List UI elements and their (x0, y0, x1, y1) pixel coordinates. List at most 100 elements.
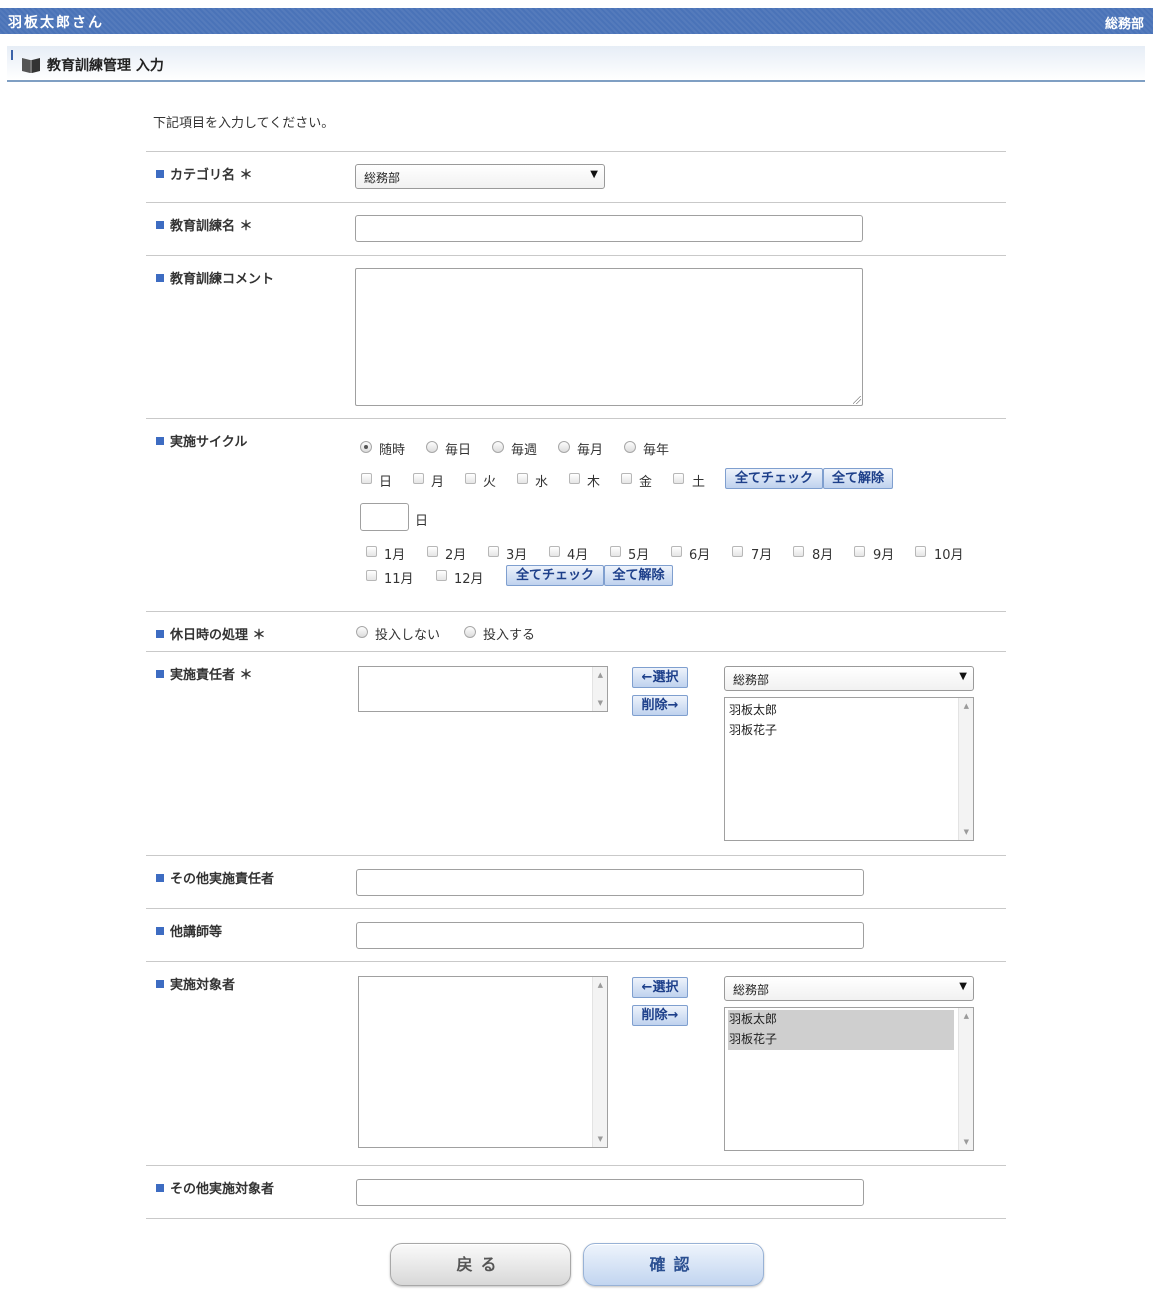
month-label: 11月 (384, 572, 414, 587)
divider (146, 202, 1006, 203)
list-item[interactable]: 羽板花子 (728, 1030, 954, 1050)
month-clear-all-button[interactable]: 全て解除 (604, 565, 673, 586)
divider (146, 961, 1006, 962)
weekday-label: 日 (379, 475, 393, 490)
weekday-checkbox-thu[interactable] (569, 473, 580, 484)
weekday-checkbox-fri[interactable] (621, 473, 632, 484)
weekday-label: 金 (639, 475, 653, 490)
month-checkbox-12[interactable] (436, 570, 447, 581)
cycle-radio-weekly[interactable] (492, 441, 504, 453)
top-header-bar: 羽板太郎さん 総務部 (0, 8, 1153, 34)
divider (146, 611, 1006, 612)
cycle-radio-monthly[interactable] (558, 441, 570, 453)
scroll-up-icon[interactable]: ▲ (964, 1012, 969, 1020)
responsible-candidate-list[interactable]: ▲ ▼ 羽板太郎 羽板花子 (724, 697, 974, 841)
target-candidate-list[interactable]: ▲ ▼ 羽板太郎 羽板花子 (724, 1007, 974, 1151)
training-comment-textarea[interactable] (355, 268, 863, 406)
weekday-label: 月 (431, 475, 445, 490)
other-target-input[interactable] (356, 1179, 864, 1206)
scroll-down-icon[interactable]: ▼ (598, 1135, 603, 1143)
scrollbar[interactable] (958, 698, 973, 840)
scrollbar[interactable] (592, 977, 607, 1147)
target-dept-value: 総務部 (733, 983, 770, 997)
weekday-checkbox-tue[interactable] (465, 473, 476, 484)
month-checkbox-3[interactable] (488, 546, 499, 557)
month-checkbox-10[interactable] (915, 546, 926, 557)
user-name: 羽板太郎さん (8, 15, 104, 31)
weekday-check-all-button[interactable]: 全てチェック (725, 468, 823, 489)
month-checkbox-6[interactable] (671, 546, 682, 557)
weekday-checkbox-sat[interactable] (673, 473, 684, 484)
weekday-checkbox-wed[interactable] (517, 473, 528, 484)
month-check-all-button[interactable]: 全てチェック (506, 565, 604, 586)
month-label: 6月 (689, 548, 711, 563)
confirm-button[interactable]: 確認 (583, 1243, 764, 1286)
month-checkbox-5[interactable] (610, 546, 621, 557)
month-label: 12月 (454, 572, 484, 587)
scroll-down-icon[interactable]: ▼ (964, 1138, 969, 1146)
day-of-month-input[interactable] (360, 503, 409, 531)
month-label: 5月 (628, 548, 650, 563)
cycle-radio-daily[interactable] (426, 441, 438, 453)
target-select-button[interactable]: ←選択 (632, 977, 688, 998)
responsible-delete-button[interactable]: 削除→ (632, 695, 688, 716)
other-responsible-label: その他実施責任者 (156, 868, 274, 887)
scroll-up-icon[interactable]: ▲ (964, 702, 969, 710)
scroll-down-icon[interactable]: ▼ (598, 699, 603, 707)
cycle-option-label: 毎週 (511, 443, 538, 458)
responsible-selected-list[interactable]: ▲ ▼ (358, 666, 608, 712)
responsible-select-button[interactable]: ←選択 (632, 667, 688, 688)
instructor-input[interactable] (356, 922, 864, 949)
holiday-radio-run[interactable] (464, 626, 476, 638)
divider (146, 908, 1006, 909)
month-checkbox-11[interactable] (366, 570, 377, 581)
target-selected-list[interactable]: ▲ ▼ (358, 976, 608, 1148)
target-dept-select[interactable]: 総務部 ▼ (724, 976, 974, 1001)
department-name: 総務部 (1104, 17, 1144, 32)
cycle-radio-yearly[interactable] (624, 441, 636, 453)
holiday-option-label: 投入しない (375, 628, 441, 643)
weekday-checkbox-mon[interactable] (413, 473, 424, 484)
month-checkbox-9[interactable] (854, 546, 865, 557)
back-button[interactable]: 戻る (390, 1243, 571, 1286)
cycle-option-label: 毎日 (445, 443, 472, 458)
chevron-down-icon: ▼ (959, 671, 967, 682)
instructor-label: 他講師等 (156, 921, 222, 940)
month-label: 1月 (384, 548, 406, 563)
page-title: 教育訓練管理 入力 (47, 58, 164, 74)
divider (146, 1165, 1006, 1166)
month-checkbox-4[interactable] (549, 546, 560, 557)
list-item[interactable]: 羽板花子 (728, 721, 777, 738)
weekday-label: 土 (692, 475, 706, 490)
holiday-radio-skip[interactable] (356, 626, 368, 638)
scroll-down-icon[interactable]: ▼ (964, 828, 969, 836)
list-item[interactable]: 羽板太郎 (728, 1010, 954, 1030)
weekday-clear-all-button[interactable]: 全て解除 (823, 468, 893, 489)
month-checkbox-2[interactable] (427, 546, 438, 557)
cycle-option-label: 毎月 (577, 443, 604, 458)
cycle-radio-anytime[interactable] (360, 441, 372, 453)
scrollbar[interactable] (958, 1008, 973, 1150)
training-name-label: 教育訓練名 ＊ (156, 215, 253, 234)
scroll-up-icon[interactable]: ▲ (598, 671, 603, 679)
category-select[interactable]: 総務部 ▼ (355, 164, 605, 189)
scroll-up-icon[interactable]: ▲ (598, 981, 603, 989)
responsible-dept-select[interactable]: 総務部 ▼ (724, 666, 974, 691)
month-checkbox-7[interactable] (732, 546, 743, 557)
other-responsible-input[interactable] (356, 869, 864, 896)
resize-handle-icon[interactable] (853, 396, 861, 404)
weekday-label: 火 (483, 475, 497, 490)
category-select-value: 総務部 (364, 171, 401, 185)
training-name-input[interactable] (355, 215, 863, 242)
month-checkbox-1[interactable] (366, 546, 377, 557)
day-unit-label: 日 (415, 514, 429, 529)
weekday-label: 木 (587, 475, 601, 490)
target-delete-button[interactable]: 削除→ (632, 1005, 688, 1026)
month-checkbox-8[interactable] (793, 546, 804, 557)
other-target-label: その他実施対象者 (156, 1178, 274, 1197)
holiday-option-label: 投入する (483, 628, 536, 643)
list-item[interactable]: 羽板太郎 (728, 701, 777, 718)
divider (146, 1218, 1006, 1219)
weekday-checkbox-sun[interactable] (361, 473, 372, 484)
responsible-label: 実施責任者 ＊ (156, 664, 253, 683)
